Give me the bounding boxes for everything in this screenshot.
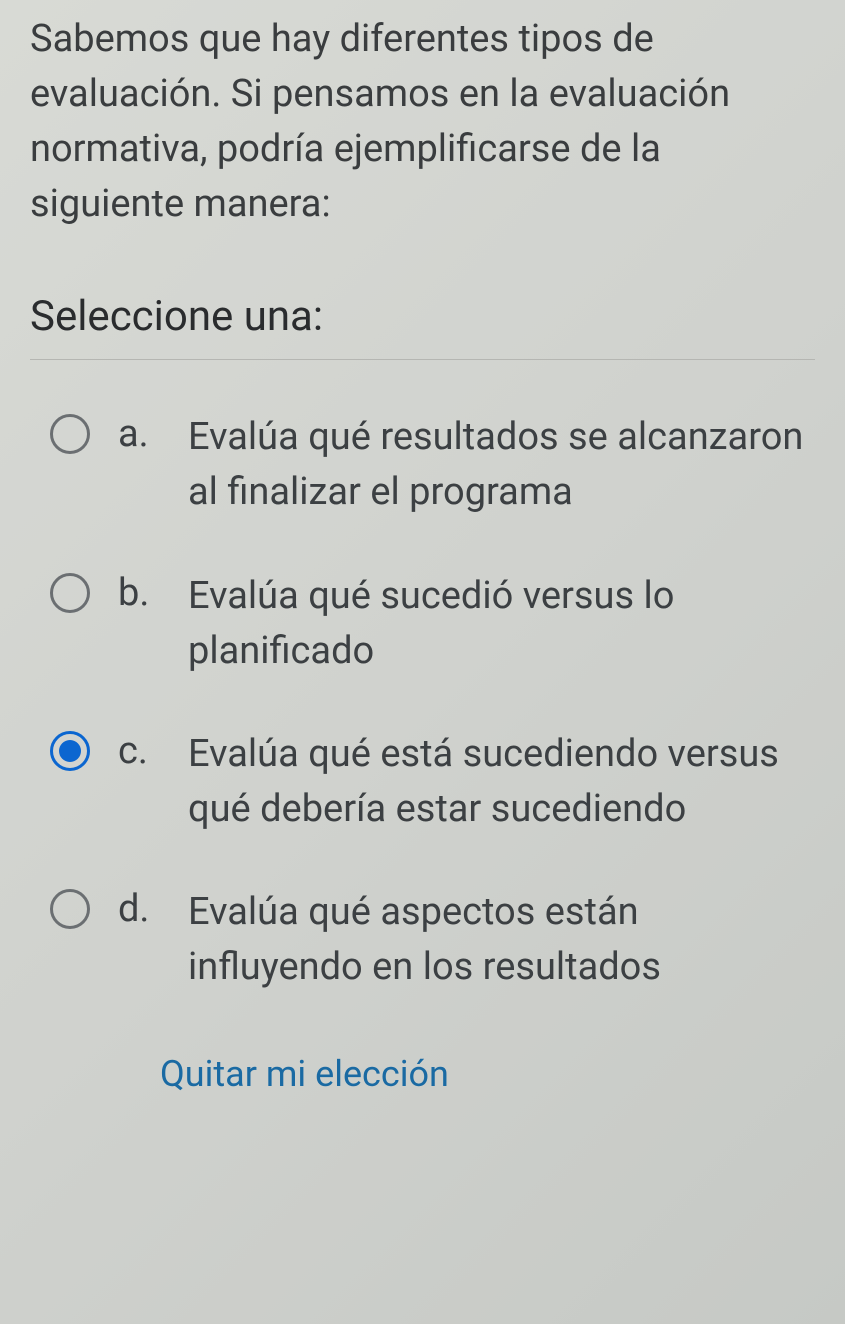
option-text-d: Evalúa qué aspectos están influyendo en … — [188, 885, 815, 995]
option-letter-c: c. — [118, 729, 178, 773]
radio-b[interactable] — [50, 573, 90, 613]
option-d[interactable]: d. Evalúa qué aspectos están influyendo … — [50, 885, 815, 995]
option-text-a: Evalúa qué resultados se alcanzaron al f… — [188, 410, 815, 520]
option-text-c: Evalúa qué está sucediendo versus qué de… — [188, 727, 815, 837]
select-one-prompt: Seleccione una: — [30, 292, 815, 341]
divider — [30, 359, 815, 360]
question-text: Sabemos que hay diferentes tipos de eval… — [30, 12, 815, 232]
option-letter-d: d. — [118, 887, 178, 931]
options-group: a. Evalúa qué resultados se alcanzaron a… — [30, 410, 815, 995]
option-b[interactable]: b. Evalúa qué sucedió versus lo planific… — [50, 569, 815, 679]
option-letter-a: a. — [118, 412, 178, 456]
radio-c[interactable] — [50, 731, 90, 771]
option-a[interactable]: a. Evalúa qué resultados se alcanzaron a… — [50, 410, 815, 520]
option-c[interactable]: c. Evalúa qué está sucediendo versus qué… — [50, 727, 815, 837]
radio-d[interactable] — [50, 889, 90, 929]
option-letter-b: b. — [118, 571, 178, 615]
radio-a[interactable] — [50, 414, 90, 454]
option-text-b: Evalúa qué sucedió versus lo planificado — [188, 569, 815, 679]
clear-choice-link[interactable]: Quitar mi elección — [160, 1053, 449, 1095]
